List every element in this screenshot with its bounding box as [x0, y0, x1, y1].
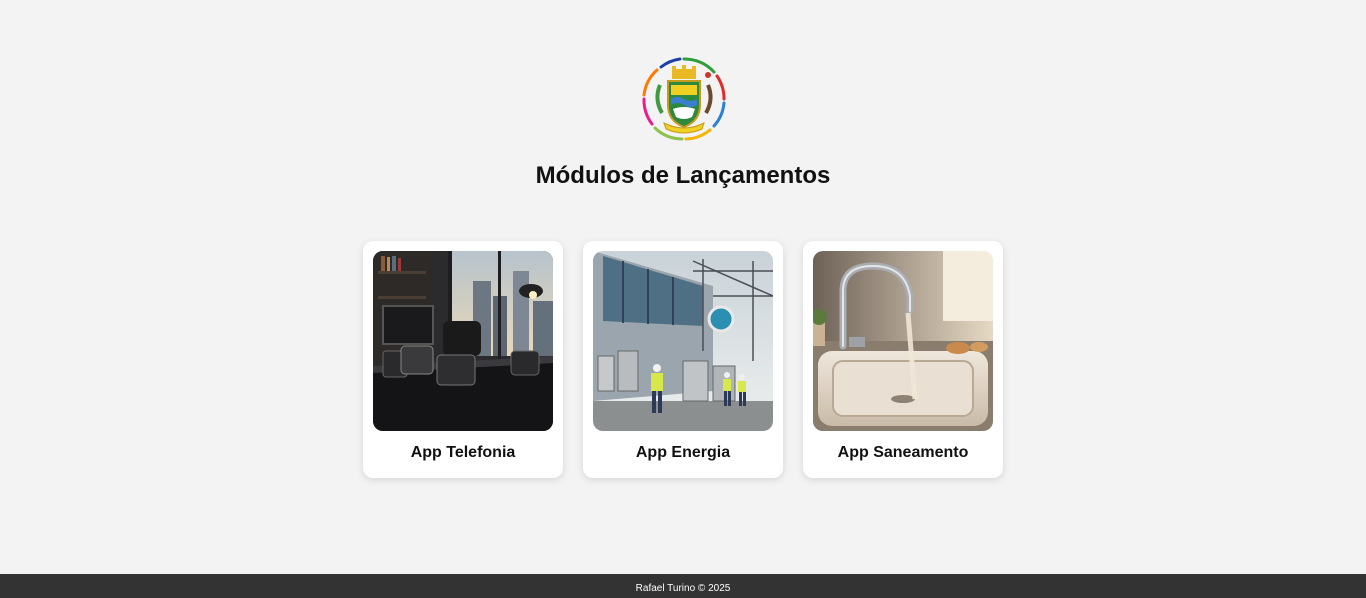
- energy-substation-workers-image: [593, 251, 773, 431]
- page-title: Módulos de Lançamentos: [535, 162, 831, 189]
- footer-text: Rafael Turino © 2025: [635, 583, 731, 594]
- app-telefonia-card[interactable]: App Telefonia: [363, 241, 563, 478]
- footer: Rafael Turino © 2025: [0, 574, 1366, 598]
- app-energia-card[interactable]: App Energia: [583, 241, 783, 478]
- page: Módulos de Lançamentos App Telefonia App…: [0, 0, 1366, 598]
- office-telephones-image: [373, 251, 553, 431]
- app-energia-label: App Energia: [635, 444, 731, 461]
- app-saneamento-label: App Saneamento: [837, 444, 969, 461]
- kitchen-faucet-sink-image: [813, 251, 993, 431]
- module-cards: App Telefonia App Energia App Saneamento: [363, 241, 1003, 478]
- app-saneamento-card[interactable]: App Saneamento: [803, 241, 1003, 478]
- city-coat-of-arms-logo: [640, 55, 728, 143]
- app-telefonia-label: App Telefonia: [410, 444, 516, 461]
